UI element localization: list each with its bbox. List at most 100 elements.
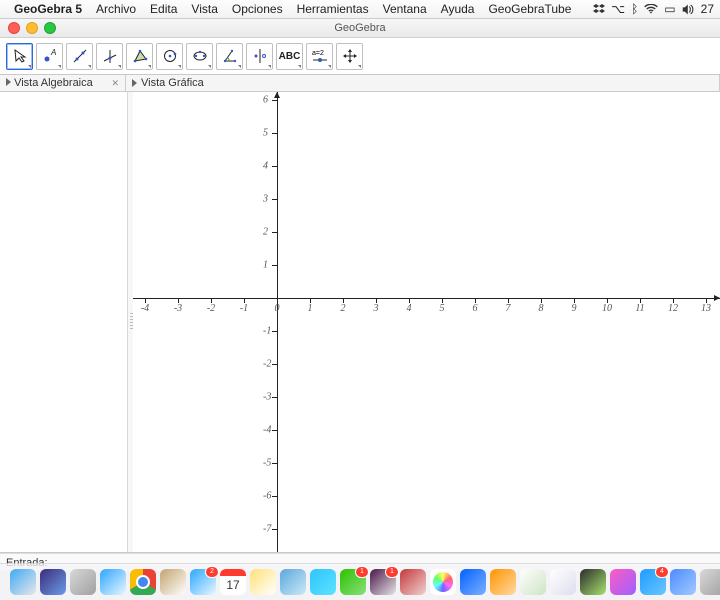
menu-ventana[interactable]: Ventana [383, 2, 427, 16]
toolbar: A ABC a=2 [0, 38, 720, 75]
angle-tool[interactable] [216, 43, 243, 70]
line-tool[interactable] [66, 43, 93, 70]
badge: 1 [385, 566, 399, 578]
x-tick-label: 12 [668, 303, 678, 314]
dock-notes[interactable] [250, 569, 276, 595]
minimize-window-button[interactable] [26, 22, 38, 34]
dock-ibooks[interactable] [490, 569, 516, 595]
badge: 1 [355, 566, 369, 578]
y-tick-label: -3 [263, 392, 271, 403]
volume-icon[interactable] [682, 4, 695, 15]
y-tick-label: -1 [263, 326, 271, 337]
x-tick-label: -4 [141, 303, 149, 314]
menu-geogebratube[interactable]: GeoGebraTube [488, 2, 571, 16]
y-tick-label: -6 [263, 491, 271, 502]
panel-header-row: Vista Algebraica ✕ Vista Gráfica [0, 75, 720, 92]
dock-maps[interactable] [520, 569, 546, 595]
disclosure-icon [6, 78, 11, 86]
point-tool[interactable]: A [36, 43, 63, 70]
dock-photos[interactable] [430, 569, 456, 595]
ellipse-tool[interactable] [186, 43, 213, 70]
polygon-tool[interactable] [126, 43, 153, 70]
bluetooth-icon[interactable]: ᛒ [631, 2, 638, 16]
move-tool[interactable] [6, 43, 33, 70]
dock-mail[interactable]: 2 [190, 569, 216, 595]
menu-ayuda[interactable]: Ayuda [441, 2, 475, 16]
x-tick-label: 3 [374, 303, 379, 314]
x-tick-label: 1 [308, 303, 313, 314]
y-tick-label: 5 [263, 128, 268, 139]
zoom-window-button[interactable] [44, 22, 56, 34]
text-tool[interactable]: ABC [276, 43, 303, 70]
x-tick-label: 0 [275, 303, 280, 314]
y-tick-label: -7 [263, 524, 271, 535]
dock-siri[interactable] [40, 569, 66, 595]
y-tick-label: 2 [263, 227, 268, 238]
dock-wechat[interactable]: 1 [340, 569, 366, 595]
x-tick-label: -3 [174, 303, 182, 314]
menu-herramientas[interactable]: Herramientas [297, 2, 369, 16]
clock[interactable]: 27 [701, 2, 714, 16]
dock-pycharm[interactable] [580, 569, 606, 595]
reflect-tool[interactable] [246, 43, 273, 70]
wifi-icon[interactable] [644, 4, 658, 14]
dock-appstore[interactable]: 4 [640, 569, 666, 595]
x-tick-label: -2 [207, 303, 215, 314]
svg-text:a=2: a=2 [312, 50, 324, 57]
dock-slack[interactable]: 1 [370, 569, 396, 595]
y-tick-label: -2 [263, 359, 271, 370]
y-tick-label: 4 [263, 161, 268, 172]
dock-launchpad[interactable] [70, 569, 96, 595]
slider-tool[interactable]: a=2 [306, 43, 333, 70]
dock-itunes[interactable] [610, 569, 636, 595]
status-icons: ⌥ ᛒ ▭ 27 [593, 2, 714, 16]
dock-chrome[interactable] [130, 569, 156, 595]
app-menu[interactable]: GeoGebra 5 [14, 2, 82, 16]
move-view-tool[interactable] [336, 43, 363, 70]
x-tick-label: 13 [701, 303, 711, 314]
x-tick-label: 2 [341, 303, 346, 314]
x-tick-label: 11 [635, 303, 644, 314]
menu-edita[interactable]: Edita [150, 2, 177, 16]
x-tick-label: 5 [440, 303, 445, 314]
menu-vista[interactable]: Vista [191, 2, 217, 16]
display-icon[interactable]: ▭ [664, 2, 675, 16]
dock-finder[interactable] [10, 569, 36, 595]
badge: 4 [655, 566, 669, 578]
y-tick-label: 3 [263, 194, 268, 205]
algebra-panel-header[interactable]: Vista Algebraica ✕ [0, 75, 126, 91]
x-tick-label: 8 [539, 303, 544, 314]
badge: 2 [205, 566, 219, 578]
dock: 217114O1 [0, 563, 720, 600]
dock-safari[interactable] [100, 569, 126, 595]
x-tick-label: 6 [473, 303, 478, 314]
window-title: GeoGebra [0, 22, 720, 34]
mac-menubar: GeoGebra 5 Archivo Edita Vista Opciones … [0, 0, 720, 19]
algebra-view[interactable] [0, 92, 133, 552]
dropbox-icon[interactable] [593, 3, 605, 15]
x-tick-label: 4 [407, 303, 412, 314]
algebra-panel-title: Vista Algebraica [14, 77, 93, 89]
x-tick-label: 10 [602, 303, 612, 314]
dock-settings[interactable] [700, 569, 720, 595]
menu-archivo[interactable]: Archivo [96, 2, 136, 16]
disclosure-icon [132, 79, 137, 87]
x-tick-label: 9 [572, 303, 577, 314]
menu-opciones[interactable]: Opciones [232, 2, 283, 16]
circle-tool[interactable] [156, 43, 183, 70]
dock-messages[interactable] [310, 569, 336, 595]
graphics-view[interactable]: -4-3-2-1012345678910111213-7-6-5-4-3-2-1… [133, 92, 720, 552]
graph-panel-header[interactable]: Vista Gráfica [126, 75, 720, 91]
option-icon: ⌥ [611, 2, 625, 16]
dock-zoom[interactable] [670, 569, 696, 595]
dock-calendar[interactable]: 17 [220, 569, 246, 595]
dock-app1[interactable] [400, 569, 426, 595]
close-panel-icon[interactable]: ✕ [111, 78, 119, 89]
dock-textedit[interactable] [160, 569, 186, 595]
dock-geogebra[interactable] [550, 569, 576, 595]
dock-preview[interactable] [280, 569, 306, 595]
x-tick-label: -1 [240, 303, 248, 314]
close-window-button[interactable] [8, 22, 20, 34]
dock-dropbox[interactable] [460, 569, 486, 595]
perpendicular-tool[interactable] [96, 43, 123, 70]
